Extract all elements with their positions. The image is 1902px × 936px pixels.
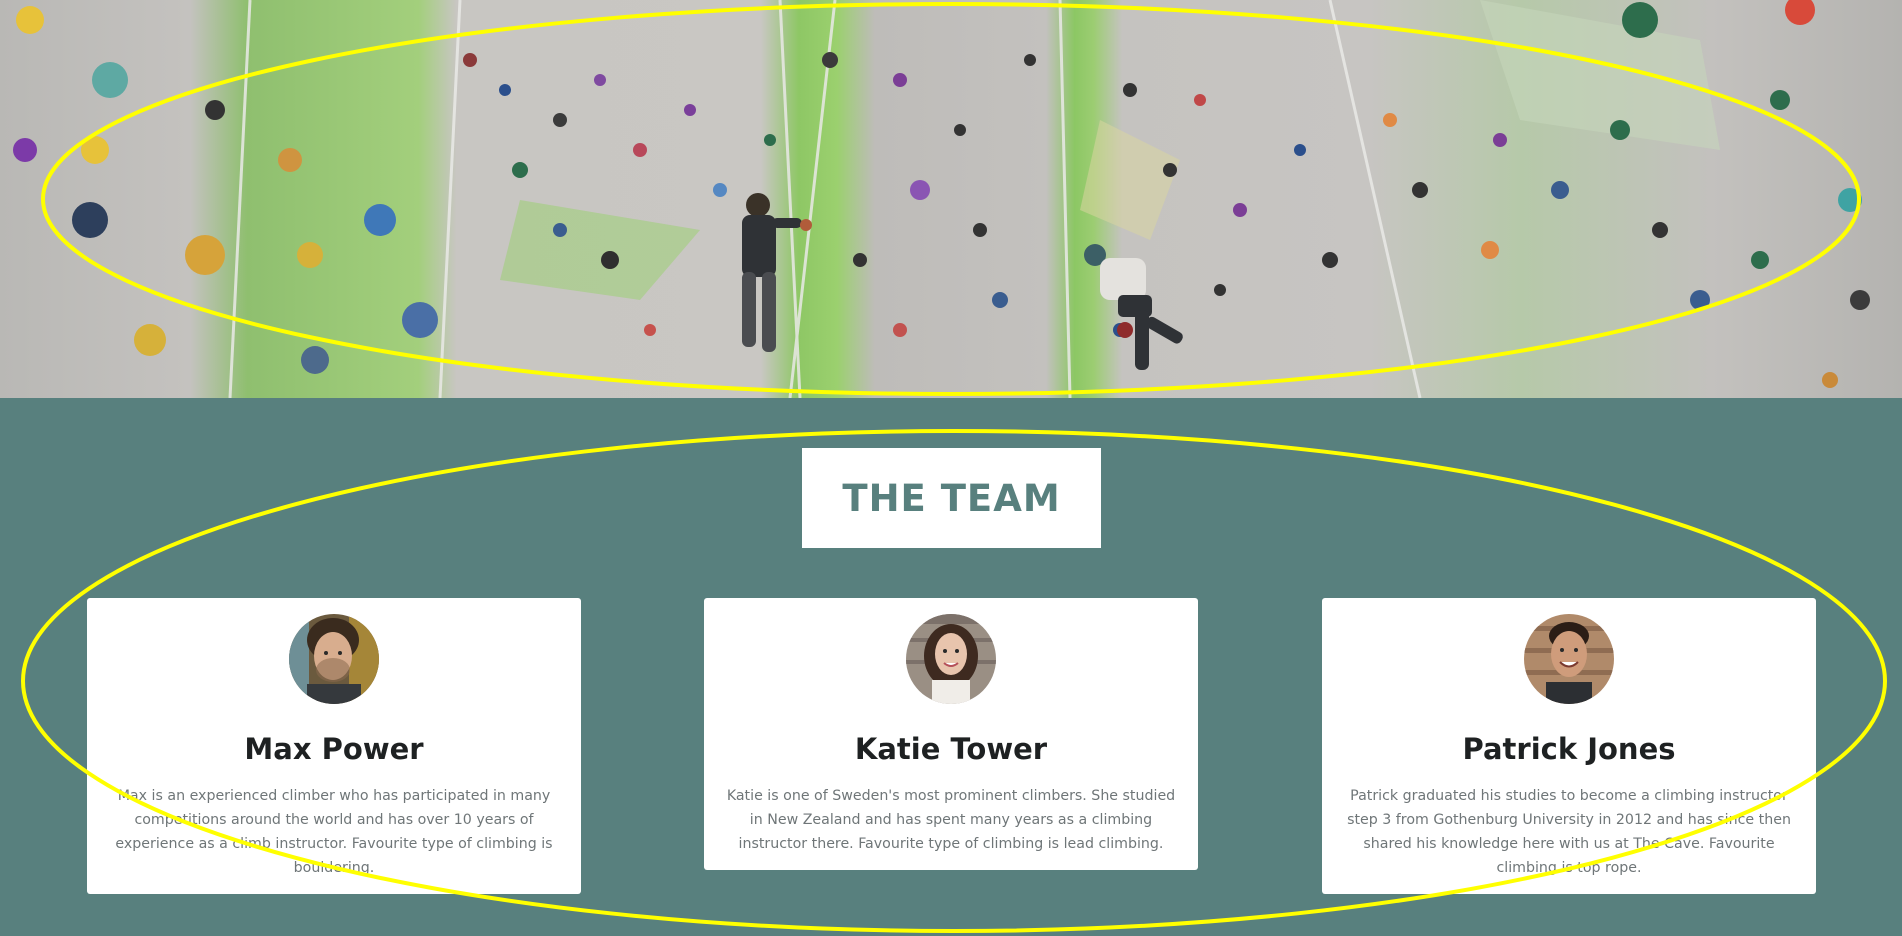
team-member-card: Katie Tower Katie is one of Sweden's mos… [704, 598, 1198, 870]
member-name: Katie Tower [854, 732, 1048, 766]
woman-portrait-avatar [906, 614, 996, 704]
man-portrait-avatar [289, 614, 379, 704]
member-name: Patrick Jones [1462, 732, 1676, 766]
man-smiling-portrait-avatar [1524, 614, 1614, 704]
team-member-card: Max Power Max is an experienced climber … [87, 598, 581, 894]
team-heading: THE TEAM [842, 476, 1061, 520]
team-heading-box: THE TEAM [802, 448, 1101, 548]
member-bio: Max is an experienced climber who has pa… [115, 788, 553, 876]
climber-left [742, 193, 812, 352]
hero-climbing-wall-image [0, 0, 1902, 398]
climber-right [1084, 244, 1183, 370]
member-bio: Patrick graduated his studies to become … [1347, 788, 1791, 876]
climbing-wall-illustration [13, 0, 1870, 398]
team-member-card: Patrick Jones Patrick graduated his stud… [1322, 598, 1816, 894]
member-bio: Katie is one of Sweden's most prominent … [726, 788, 1176, 852]
member-name: Max Power [244, 732, 424, 766]
